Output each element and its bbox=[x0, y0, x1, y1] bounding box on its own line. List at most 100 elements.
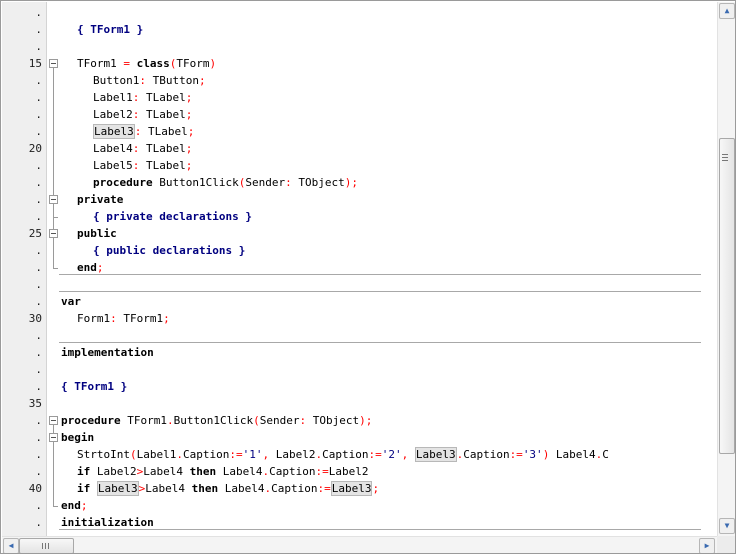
scroll-right-button[interactable]: ▶ bbox=[699, 538, 715, 553]
code-token: : bbox=[132, 142, 146, 155]
vertical-scrollbar[interactable]: ▲ ▼ bbox=[717, 2, 735, 536]
code-line[interactable]: begin bbox=[61, 429, 94, 446]
line-number: . bbox=[35, 363, 42, 376]
code-line[interactable]: private bbox=[77, 191, 123, 208]
code-line[interactable]: Label3: TLabel; bbox=[93, 123, 194, 140]
section-separator bbox=[59, 291, 701, 292]
line-number: 30 bbox=[28, 312, 42, 325]
line-number: . bbox=[35, 414, 42, 427]
code-line[interactable]: end; bbox=[61, 497, 88, 514]
fold-toggle-icon[interactable] bbox=[49, 229, 58, 238]
code-line[interactable]: { TForm1 } bbox=[61, 378, 127, 395]
scroll-left-button[interactable]: ◀ bbox=[3, 538, 19, 553]
code-line[interactable]: { TForm1 } bbox=[77, 21, 143, 38]
code-line[interactable]: procedure TForm1.Button1Click(Sender: TO… bbox=[61, 412, 372, 429]
code-token: Sender bbox=[245, 176, 286, 189]
vertical-scroll-thumb[interactable] bbox=[719, 138, 735, 454]
code-line[interactable]: Button1: TButton; bbox=[93, 72, 206, 89]
chevron-right-icon: ▶ bbox=[704, 541, 710, 550]
code-line[interactable]: TForm1 = class(TForm) bbox=[77, 55, 216, 72]
line-number: . bbox=[35, 261, 42, 274]
line-number: . bbox=[35, 91, 42, 104]
code-token: ; bbox=[187, 125, 195, 138]
line-number: . bbox=[35, 176, 42, 189]
line-number: 20 bbox=[28, 142, 42, 155]
fold-guide bbox=[53, 238, 54, 268]
fold-guide bbox=[53, 442, 54, 506]
line-number: 15 bbox=[28, 57, 42, 70]
code-token: Label3 bbox=[414, 447, 457, 462]
code-token: TButton bbox=[152, 74, 199, 87]
code-token: ( bbox=[253, 414, 260, 427]
line-number: . bbox=[35, 244, 42, 257]
code-line[interactable]: StrtoInt(Label1.Caption:='1', Label2.Cap… bbox=[77, 446, 609, 463]
code-token: : bbox=[134, 125, 148, 138]
code-line[interactable]: procedure Button1Click(Sender: TObject); bbox=[93, 174, 358, 191]
horizontal-scrollbar[interactable]: ◀ ▶ bbox=[2, 536, 717, 553]
code-token: = bbox=[116, 57, 137, 70]
line-number: . bbox=[35, 125, 42, 138]
code-token: ) bbox=[359, 414, 366, 427]
code-token: Caption bbox=[271, 482, 318, 495]
scroll-down-button[interactable]: ▼ bbox=[719, 518, 735, 534]
code-token: := bbox=[315, 465, 329, 478]
scroll-up-button[interactable]: ▲ bbox=[719, 3, 735, 19]
code-token: Label4 bbox=[145, 482, 185, 495]
code-token: := bbox=[229, 448, 243, 461]
fold-toggle-icon[interactable] bbox=[49, 195, 58, 204]
code-token: Button1Click bbox=[173, 414, 254, 427]
code-line[interactable]: Label2: TLabel; bbox=[93, 106, 192, 123]
code-token: TForm bbox=[176, 57, 210, 70]
code-token: begin bbox=[61, 431, 95, 444]
line-number: . bbox=[35, 40, 42, 53]
code-area[interactable]: { TForm1 } TForm1 = class(TForm) Button1: … bbox=[59, 2, 701, 536]
code-token: Label2 bbox=[275, 448, 316, 461]
code-token: private bbox=[77, 193, 124, 206]
code-line[interactable]: public bbox=[77, 225, 117, 242]
code-line[interactable]: Form1: TForm1; bbox=[77, 310, 170, 327]
code-token: { private declarations } bbox=[93, 210, 252, 223]
section-separator bbox=[59, 342, 701, 343]
section-separator bbox=[59, 274, 701, 275]
chevron-up-icon: ▲ bbox=[724, 6, 730, 15]
code-line[interactable]: if Label2>Label4 then Label4.Caption:=La… bbox=[77, 463, 368, 480]
code-token: TLabel bbox=[148, 125, 188, 138]
code-token: public bbox=[77, 227, 117, 240]
grip-icon bbox=[722, 154, 728, 161]
code-line[interactable]: Label1: TLabel; bbox=[93, 89, 192, 106]
code-token: ; bbox=[96, 261, 104, 274]
code-token: Caption bbox=[322, 448, 369, 461]
code-token: ( bbox=[129, 448, 137, 461]
line-number: . bbox=[35, 6, 42, 19]
code-line[interactable]: implementation bbox=[61, 344, 154, 361]
code-token: Sender bbox=[259, 414, 300, 427]
code-line[interactable]: if Label3>Label4 then Label4.Caption:=La… bbox=[77, 480, 379, 497]
horizontal-scroll-thumb[interactable] bbox=[19, 538, 74, 553]
code-token: Label5 bbox=[93, 159, 133, 172]
code-token: : bbox=[132, 91, 146, 104]
code-token: Caption bbox=[182, 448, 230, 461]
line-number: . bbox=[35, 74, 42, 87]
code-folding-margin bbox=[47, 2, 59, 536]
chevron-left-icon: ◀ bbox=[8, 541, 14, 550]
code-line[interactable]: { private declarations } bbox=[93, 208, 252, 225]
code-token: ; bbox=[372, 482, 380, 495]
fold-toggle-icon[interactable] bbox=[49, 416, 58, 425]
code-line[interactable]: Label5: TLabel; bbox=[93, 157, 192, 174]
section-separator bbox=[59, 529, 701, 530]
code-editor[interactable]: ... 15.... 20.... 25.... 30.... 35.... 40.. { … bbox=[0, 0, 736, 554]
code-token: Label1 bbox=[93, 91, 133, 104]
fold-toggle-icon[interactable] bbox=[49, 433, 58, 442]
code-token: { TForm1 } bbox=[77, 23, 144, 36]
line-number: 40 bbox=[28, 482, 42, 495]
code-line[interactable]: { public declarations } bbox=[93, 242, 245, 259]
fold-toggle-icon[interactable] bbox=[49, 59, 58, 68]
line-number: . bbox=[35, 346, 42, 359]
code-token: ; bbox=[163, 312, 170, 325]
code-token: end bbox=[61, 499, 81, 512]
code-line[interactable]: var bbox=[61, 293, 81, 310]
line-number: . bbox=[35, 431, 42, 444]
code-token: : bbox=[132, 159, 146, 172]
code-line[interactable]: Label4: TLabel; bbox=[93, 140, 192, 157]
